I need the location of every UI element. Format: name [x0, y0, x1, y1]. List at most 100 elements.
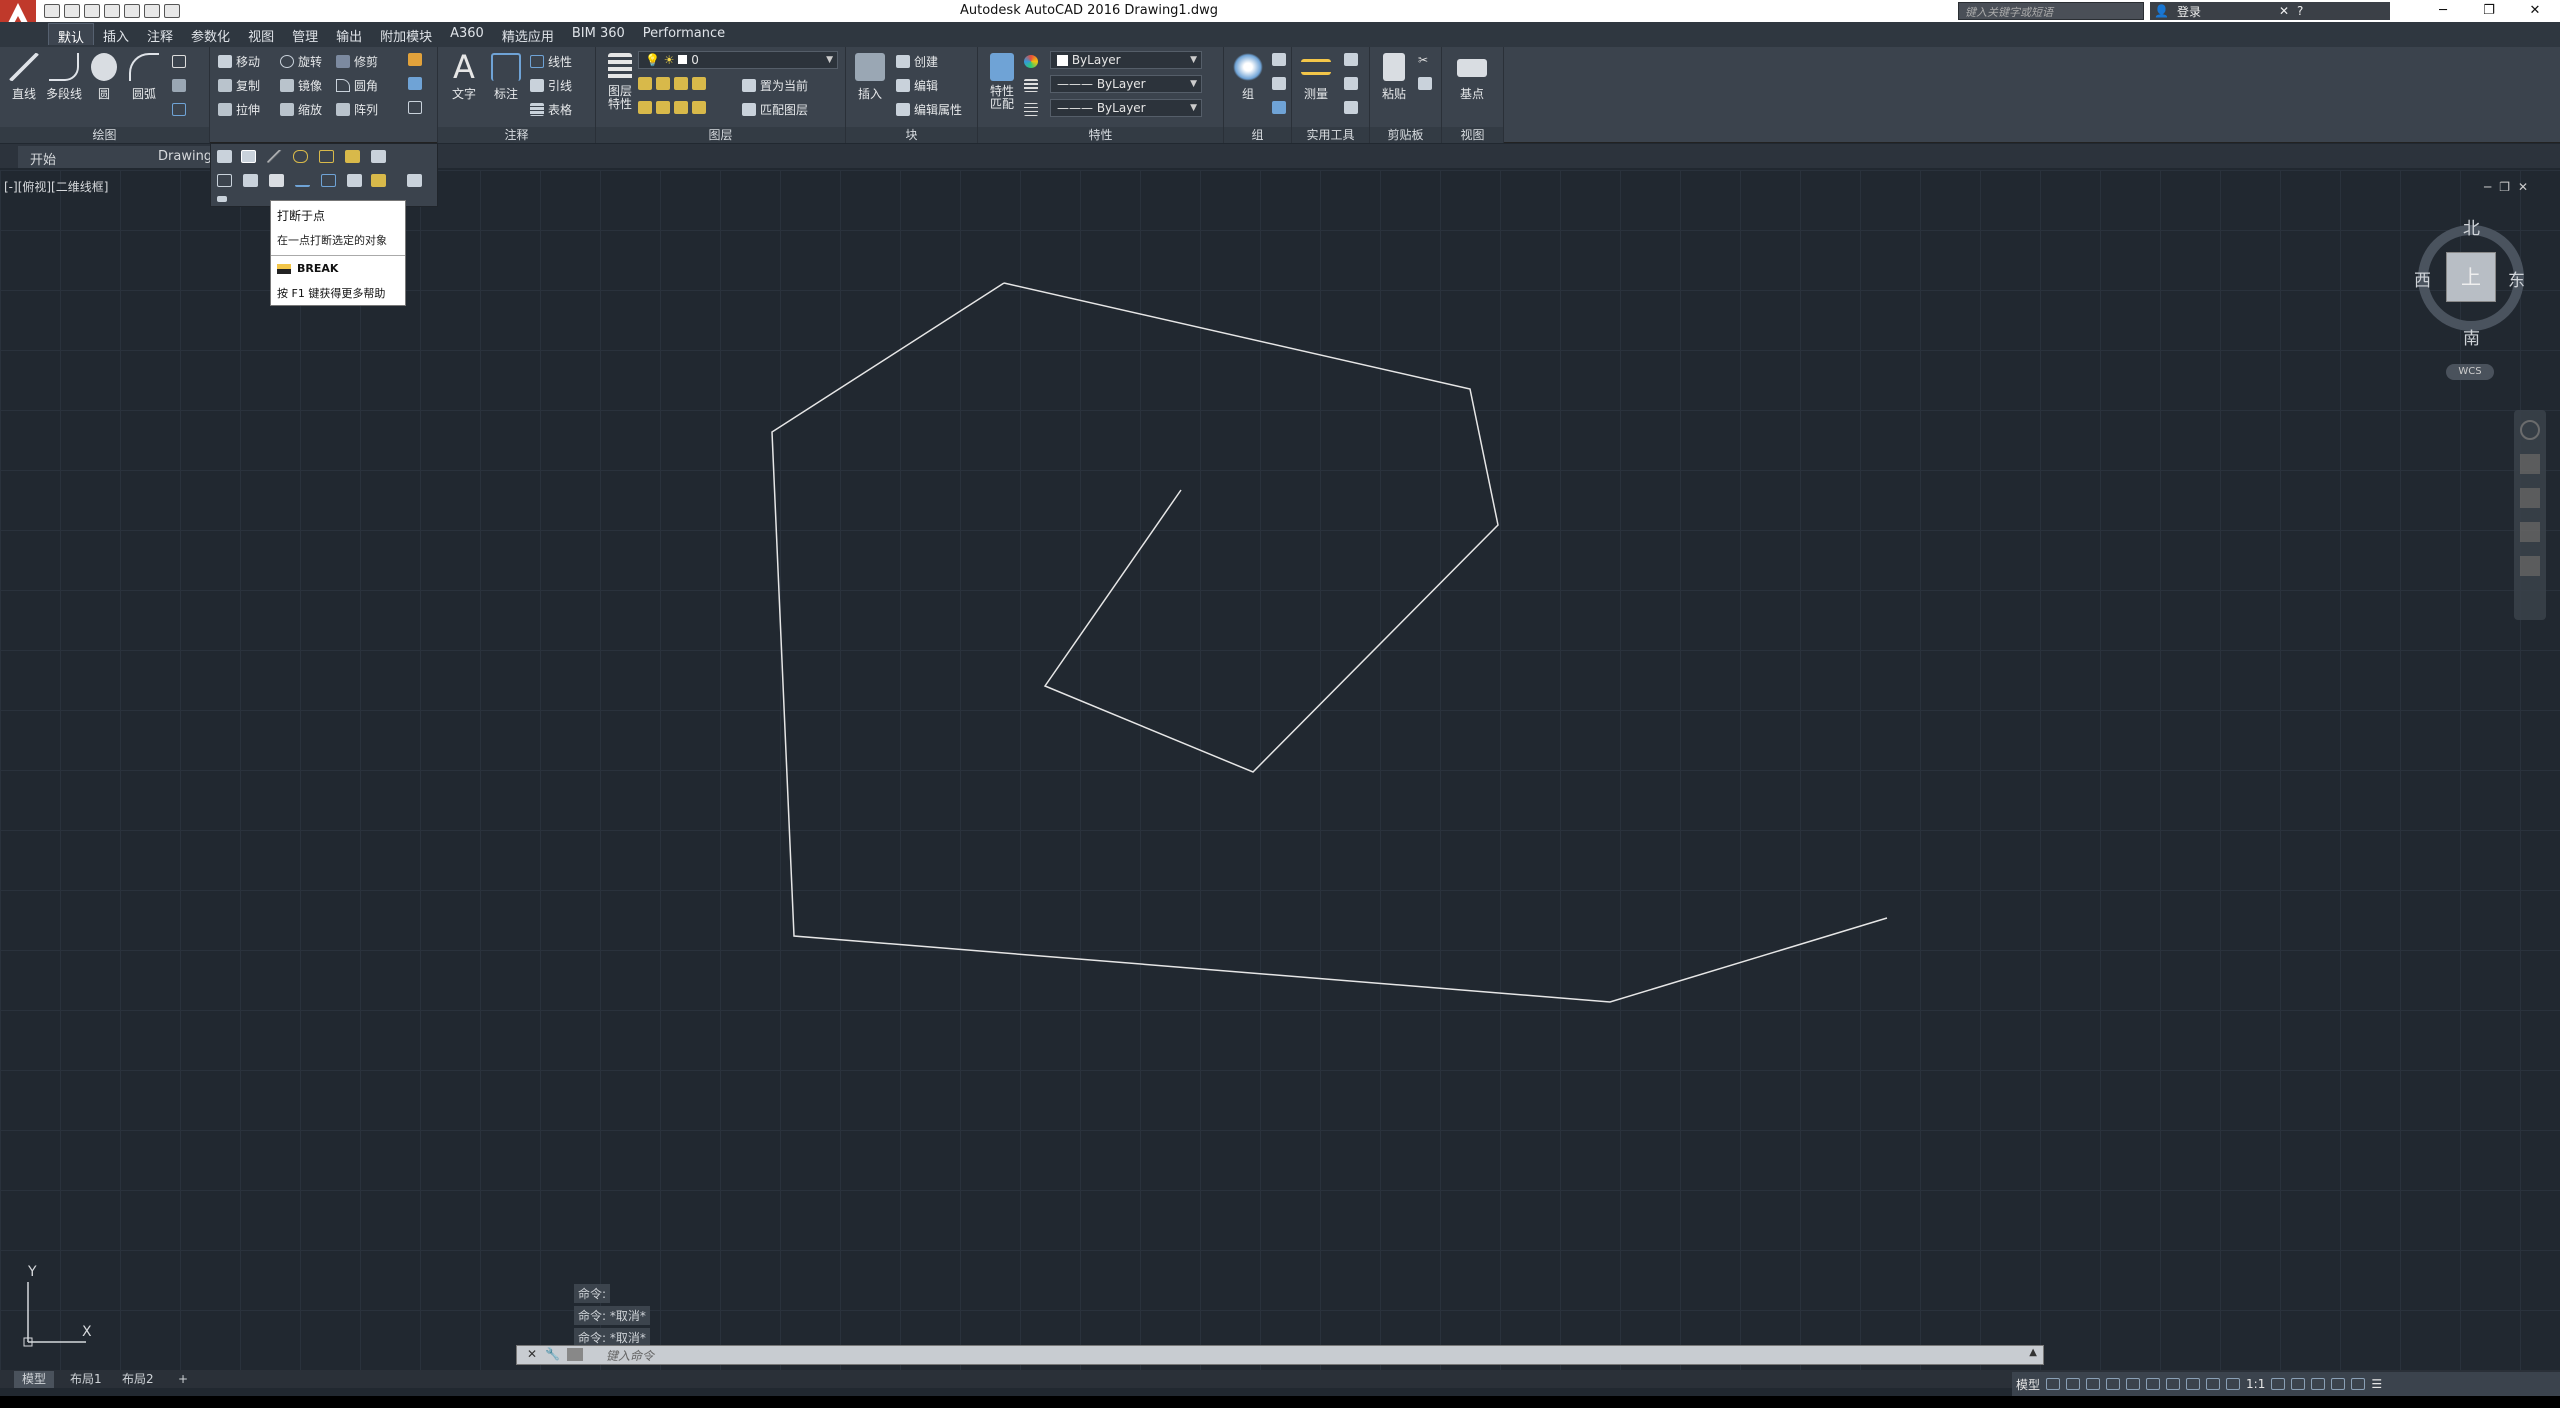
save-icon[interactable]: [84, 4, 100, 18]
start-tab[interactable]: 开始: [18, 146, 148, 168]
tab-manage[interactable]: 管理: [283, 23, 327, 45]
match-layer-tool[interactable]: 匹配图层: [742, 101, 808, 118]
dimension-tool[interactable]: 标注: [484, 53, 528, 102]
match-properties-tool[interactable]: 特性 匹配: [980, 53, 1024, 111]
pan-icon[interactable]: [2520, 454, 2540, 474]
viewcube-east[interactable]: 东: [2508, 266, 2525, 291]
viewport-close-icon[interactable]: ✕: [2518, 180, 2528, 194]
paste-tool[interactable]: 粘贴: [1372, 53, 1416, 102]
login-area[interactable]: 👤 登录 ✕ ?: [2150, 2, 2390, 20]
tab-featured-apps[interactable]: 精选应用: [493, 23, 563, 45]
layer-tools-row-2[interactable]: [638, 101, 706, 114]
copy-clip-tool[interactable]: [1418, 77, 1432, 90]
tab-bim360[interactable]: BIM 360: [563, 23, 634, 45]
trim-tool[interactable]: 修剪: [336, 53, 378, 70]
annotation-visibility-icon[interactable]: [2186, 1378, 2201, 1390]
drawing-canvas[interactable]: [0, 170, 2560, 1370]
tab-annotate[interactable]: 注释: [138, 23, 182, 45]
chamfer-icon[interactable]: [319, 150, 334, 163]
customization-menu-icon[interactable]: ☰: [2371, 1377, 2382, 1391]
edit-attributes-tool[interactable]: 编辑属性: [896, 101, 962, 118]
layout2-tab[interactable]: 布局2: [114, 1371, 162, 1388]
isolate-objects-icon[interactable]: [2311, 1378, 2326, 1390]
new-icon[interactable]: [44, 4, 60, 18]
isodraft-icon[interactable]: [2126, 1378, 2141, 1390]
insert-block-tool[interactable]: 插入: [848, 53, 892, 102]
open-icon[interactable]: [64, 4, 80, 18]
close-button[interactable]: ✕: [2512, 0, 2558, 22]
blend-icon[interactable]: [345, 150, 360, 163]
viewcube-north[interactable]: 北: [2463, 214, 2480, 239]
reverse-icon[interactable]: [371, 150, 386, 163]
add-layout-icon[interactable]: +: [170, 1371, 196, 1388]
color-wheel-icon[interactable]: [1024, 55, 1038, 68]
create-block-tool[interactable]: 创建: [896, 53, 938, 70]
tab-a360[interactable]: A360: [441, 23, 493, 45]
arc-tool[interactable]: 圆弧: [122, 53, 166, 102]
calculator-tool[interactable]: [1344, 101, 1358, 114]
search-input[interactable]: 键入关键字或短语: [1958, 2, 2144, 20]
viewcube-west[interactable]: 西: [2414, 266, 2431, 291]
cut-tool[interactable]: ✂: [1418, 53, 1432, 67]
offset-tool[interactable]: [408, 101, 422, 114]
clean-screen-icon[interactable]: [2351, 1378, 2366, 1390]
steering-wheel-icon[interactable]: [2520, 420, 2540, 440]
save-as-icon[interactable]: [104, 4, 120, 18]
draw-panel-title[interactable]: 绘图: [0, 127, 209, 143]
tab-view[interactable]: 视图: [239, 23, 283, 45]
workspace-gear-icon[interactable]: [2271, 1378, 2286, 1390]
linear-dim-tool[interactable]: 线性: [530, 53, 572, 70]
lengthen-icon[interactable]: [217, 174, 232, 187]
command-input[interactable]: 键入命令: [606, 1347, 654, 1364]
customize-icon[interactable]: 🔧: [545, 1347, 560, 1361]
edit-array-icon[interactable]: [371, 174, 386, 187]
rectangle-tool[interactable]: [172, 55, 186, 68]
line-tool[interactable]: 直线: [2, 53, 46, 102]
viewport-restore-icon[interactable]: ❐: [2499, 180, 2510, 194]
copy-tool[interactable]: 复制: [218, 77, 260, 94]
explode-tool[interactable]: [408, 77, 422, 90]
wcs-menu[interactable]: WCS: [2446, 364, 2494, 380]
mirror-tool[interactable]: 镜像: [280, 77, 322, 94]
leader-tool[interactable]: 引线: [530, 77, 572, 94]
tab-performance[interactable]: Performance: [634, 23, 734, 45]
block-panel-title[interactable]: 块: [846, 127, 977, 143]
annotation-panel-title[interactable]: 注释: [438, 127, 595, 143]
erase-tool[interactable]: [408, 53, 422, 66]
pin-icon[interactable]: [217, 196, 227, 202]
annotation-monitor-icon[interactable]: [2291, 1378, 2306, 1390]
print-icon[interactable]: [124, 4, 140, 18]
break-at-point-icon[interactable]: [241, 150, 256, 163]
viewcube[interactable]: 上 北 南 东 西: [2414, 214, 2526, 349]
layer-dropdown[interactable]: 💡 ☀ 0 ▼: [638, 51, 838, 69]
array-tool[interactable]: 阵列: [336, 101, 378, 118]
ungroup-tool[interactable]: [1272, 53, 1286, 66]
minimize-button[interactable]: ─: [2420, 0, 2466, 22]
edit-polyline-icon[interactable]: [243, 174, 258, 187]
undo-icon[interactable]: [144, 4, 160, 18]
auto-scale-icon[interactable]: [2206, 1378, 2221, 1390]
group-selection-tool[interactable]: [1272, 101, 1286, 114]
exchange-icon[interactable]: ✕: [2279, 4, 2289, 18]
scale-tool[interactable]: 缩放: [280, 101, 322, 118]
properties-panel-title[interactable]: 特性: [978, 127, 1223, 143]
orbit-icon[interactable]: [2520, 522, 2540, 542]
tab-addins[interactable]: 附加模块: [371, 23, 441, 45]
viewport-minimize-icon[interactable]: ─: [2484, 180, 2491, 194]
fillet-tool[interactable]: 圆角: [336, 77, 378, 94]
close-command-icon[interactable]: ✕: [527, 1347, 537, 1361]
text-tool[interactable]: A 文字: [442, 51, 486, 102]
model-space-button[interactable]: 模型: [2016, 1376, 2040, 1393]
model-tab[interactable]: 模型: [14, 1371, 55, 1388]
tab-default[interactable]: 默认: [48, 23, 95, 46]
hatch-tool[interactable]: [172, 79, 186, 92]
tab-insert[interactable]: 插入: [94, 23, 138, 45]
move-tool[interactable]: 移动: [218, 53, 260, 70]
id-point-tool[interactable]: [1344, 77, 1358, 90]
hatch-edit-icon[interactable]: [407, 174, 422, 187]
showmotion-icon[interactable]: [2520, 556, 2540, 576]
annotation-scale-value[interactable]: 1:1: [2246, 1377, 2265, 1391]
snap-icon[interactable]: [2066, 1378, 2081, 1390]
polyline-outer[interactable]: [1003, 282, 1499, 773]
measure-tool[interactable]: 测量: [1294, 53, 1338, 102]
